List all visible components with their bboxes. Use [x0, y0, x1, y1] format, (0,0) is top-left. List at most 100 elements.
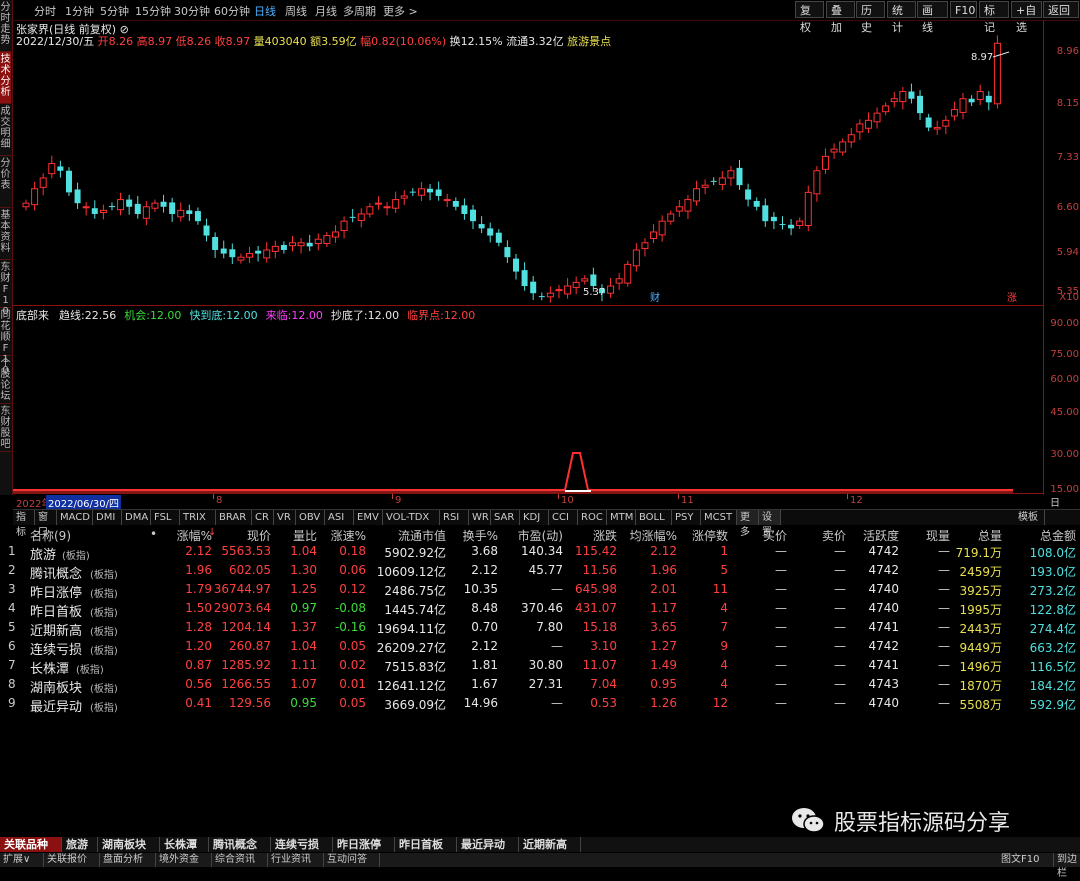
indicator-tab-9[interactable]: VR	[274, 510, 296, 525]
column-header[interactable]: 涨速%	[331, 527, 366, 544]
indicator-tab-8[interactable]: CR	[252, 510, 274, 525]
status-right-0[interactable]: 图文F10	[998, 853, 1054, 867]
indicator-tab-14[interactable]: RSI	[440, 510, 469, 525]
indicator-tab-6[interactable]: TRIX	[180, 510, 216, 525]
column-header[interactable]: 市盈(动)	[518, 527, 563, 544]
table-row[interactable]: 7 长株潭 (板指) 0.87 1285.92 1.11 0.02 7515.83亿 1.81 3…	[0, 658, 1080, 677]
period-item-4[interactable]: 30分钟	[174, 3, 210, 19]
period-item-9[interactable]: 多周期	[343, 3, 376, 19]
left-tab-2[interactable]: 技术分析	[0, 52, 11, 104]
table-row[interactable]: 8 湖南板块 (板指) 0.56 1266.55 1.07 0.01 12641.12亿 1.6…	[0, 677, 1080, 696]
status-item-2[interactable]: 盘面分析	[100, 853, 156, 867]
indicator-tab-15[interactable]: WR	[469, 510, 491, 525]
toolbar-button-7[interactable]: +自选	[1011, 1, 1042, 34]
column-header[interactable]: •	[150, 527, 157, 541]
period-item-1[interactable]: 1分钟	[65, 3, 94, 19]
indicator-tab-7[interactable]: BRAR	[216, 510, 252, 525]
template-button[interactable]: 模板	[1015, 510, 1045, 525]
column-header[interactable]: 总金额	[1040, 527, 1076, 544]
status-item-6[interactable]: 互动问答	[324, 853, 380, 867]
status-item-4[interactable]: 综合资讯	[212, 853, 268, 867]
indicator-tab-11[interactable]: ASI	[325, 510, 354, 525]
left-tab-9[interactable]: 东财股吧	[0, 404, 11, 452]
sub-indicator-chart[interactable]	[13, 306, 1043, 494]
indicator-tab-23[interactable]: MCST	[701, 510, 737, 525]
column-header[interactable]: 涨幅%	[177, 527, 212, 544]
left-tab-1[interactable]: 分时走势	[0, 0, 11, 52]
indicator-tab-21[interactable]: BOLL	[636, 510, 672, 525]
column-header[interactable]: 现价	[247, 527, 271, 544]
table-row[interactable]: 2 腾讯概念 (板指) 1.96 602.05 1.30 0.06 10609.12亿 2.12…	[0, 563, 1080, 582]
toolbar-button-5[interactable]: F10	[950, 1, 977, 18]
indicator-tab-20[interactable]: MTM	[607, 510, 636, 525]
bottom-tab-3[interactable]: 长株潭	[160, 837, 209, 852]
left-tab-7[interactable]: 同花顺F10	[0, 308, 11, 376]
period-item-0[interactable]: 分时	[34, 3, 56, 19]
indicator-tab-22[interactable]: PSY	[672, 510, 701, 525]
indicator-tab-3[interactable]: DMI	[93, 510, 122, 525]
period-item-2[interactable]: 5分钟	[100, 3, 129, 19]
column-header[interactable]: 换手%	[463, 527, 498, 544]
indicator-tab-16[interactable]: SAR	[491, 510, 520, 525]
toolbar-button-4[interactable]: 画线	[917, 1, 948, 34]
table-row[interactable]: 3 昨日涨停 (板指) 1.79 36744.97 1.25 0.12 2486.75亿 10.…	[0, 582, 1080, 601]
toolbar-button-1[interactable]: 叠加	[826, 1, 855, 34]
bottom-tab-6[interactable]: 昨日涨停	[333, 837, 395, 852]
toolbar-button-6[interactable]: 标记	[979, 1, 1009, 34]
indicator-tab-13[interactable]: VOL-TDX	[383, 510, 440, 525]
left-tab-4[interactable]: 分价表	[0, 156, 11, 208]
status-item-1[interactable]: 关联报价	[44, 853, 100, 867]
period-item-5[interactable]: 60分钟	[214, 3, 250, 19]
period-item-8[interactable]: 月线	[315, 3, 337, 19]
table-row[interactable]: 1 旅游 (板指) 2.12 5563.53 1.04 0.18 5902.92亿 3.68 14…	[0, 544, 1080, 563]
column-header[interactable]: 总量	[978, 527, 1002, 544]
indicator-tab-10[interactable]: OBV	[296, 510, 325, 525]
toolbar-button-0[interactable]: 复权	[795, 1, 824, 34]
status-item-0[interactable]: 扩展∨	[0, 853, 44, 867]
indicator-tab-4[interactable]: DMA	[122, 510, 151, 525]
bottom-tab-9[interactable]: 近期新高	[519, 837, 581, 852]
indicator-tab-24[interactable]: 更多	[737, 510, 759, 538]
indicator-tab-25[interactable]: 设置	[759, 510, 781, 538]
column-header[interactable]: 流通市值	[398, 527, 446, 544]
bottom-tab-0[interactable]: 关联品种	[0, 837, 62, 852]
bottom-tab-1[interactable]: 旅游	[62, 837, 98, 852]
period-item-6[interactable]: 日线	[254, 3, 276, 19]
indicator-tab-12[interactable]: EMV	[354, 510, 383, 525]
bottom-tab-5[interactable]: 连续亏损	[271, 837, 333, 852]
left-tab-3[interactable]: 成交明细	[0, 104, 11, 156]
table-row[interactable]: 9 最近异动 (板指) 0.41 129.56 0.95 0.05 3669.09亿 14.96…	[0, 696, 1080, 715]
left-tab-5[interactable]: 基本资料	[0, 208, 11, 260]
column-header[interactable]: 名称(9)	[30, 527, 71, 544]
column-header[interactable]: 卖价	[822, 527, 846, 544]
column-header[interactable]: 现量	[926, 527, 950, 544]
indicator-tab-19[interactable]: ROC	[578, 510, 607, 525]
column-header[interactable]: 活跃度	[863, 527, 899, 544]
period-item-10[interactable]: 更多 >	[383, 3, 418, 19]
column-header[interactable]: 买价	[763, 527, 787, 544]
left-tab-8[interactable]: 个股论坛	[0, 356, 11, 404]
column-header[interactable]: 均涨幅%	[630, 527, 677, 544]
indicator-tab-18[interactable]: CCI	[549, 510, 578, 525]
column-header[interactable]: 涨跌	[593, 527, 617, 544]
indicator-tab-2[interactable]: MACD	[57, 510, 93, 525]
indicator-tab-0[interactable]: 指标	[13, 510, 35, 538]
bottom-tab-7[interactable]: 昨日首板	[395, 837, 457, 852]
table-row[interactable]: 4 昨日首板 (板指) 1.50 29073.64 0.97 -0.08 1445.74亿 8.…	[0, 601, 1080, 620]
period-item-7[interactable]: 周线	[285, 3, 307, 19]
indicator-tab-5[interactable]: FSL	[151, 510, 180, 525]
status-right-1[interactable]: 到边栏	[1054, 853, 1080, 879]
status-item-5[interactable]: 行业资讯	[268, 853, 324, 867]
bottom-tab-2[interactable]: 湖南板块	[98, 837, 160, 852]
toolbar-button-8[interactable]: 返回	[1043, 1, 1079, 18]
period-item-3[interactable]: 15分钟	[135, 3, 171, 19]
toolbar-button-2[interactable]: 历史	[856, 1, 885, 34]
bottom-tab-8[interactable]: 最近异动	[457, 837, 519, 852]
indicator-tab-1[interactable]: 窗口	[35, 510, 57, 538]
toolbar-button-3[interactable]: 统计	[887, 1, 916, 34]
column-header[interactable]: 量比	[293, 527, 317, 544]
bottom-tab-4[interactable]: 腾讯概念	[209, 837, 271, 852]
status-item-3[interactable]: 境外资金	[156, 853, 212, 867]
indicator-tab-17[interactable]: KDJ	[520, 510, 549, 525]
table-row[interactable]: 5 近期新高 (板指) 1.28 1204.14 1.37 -0.16 19694.11亿 0.…	[0, 620, 1080, 639]
